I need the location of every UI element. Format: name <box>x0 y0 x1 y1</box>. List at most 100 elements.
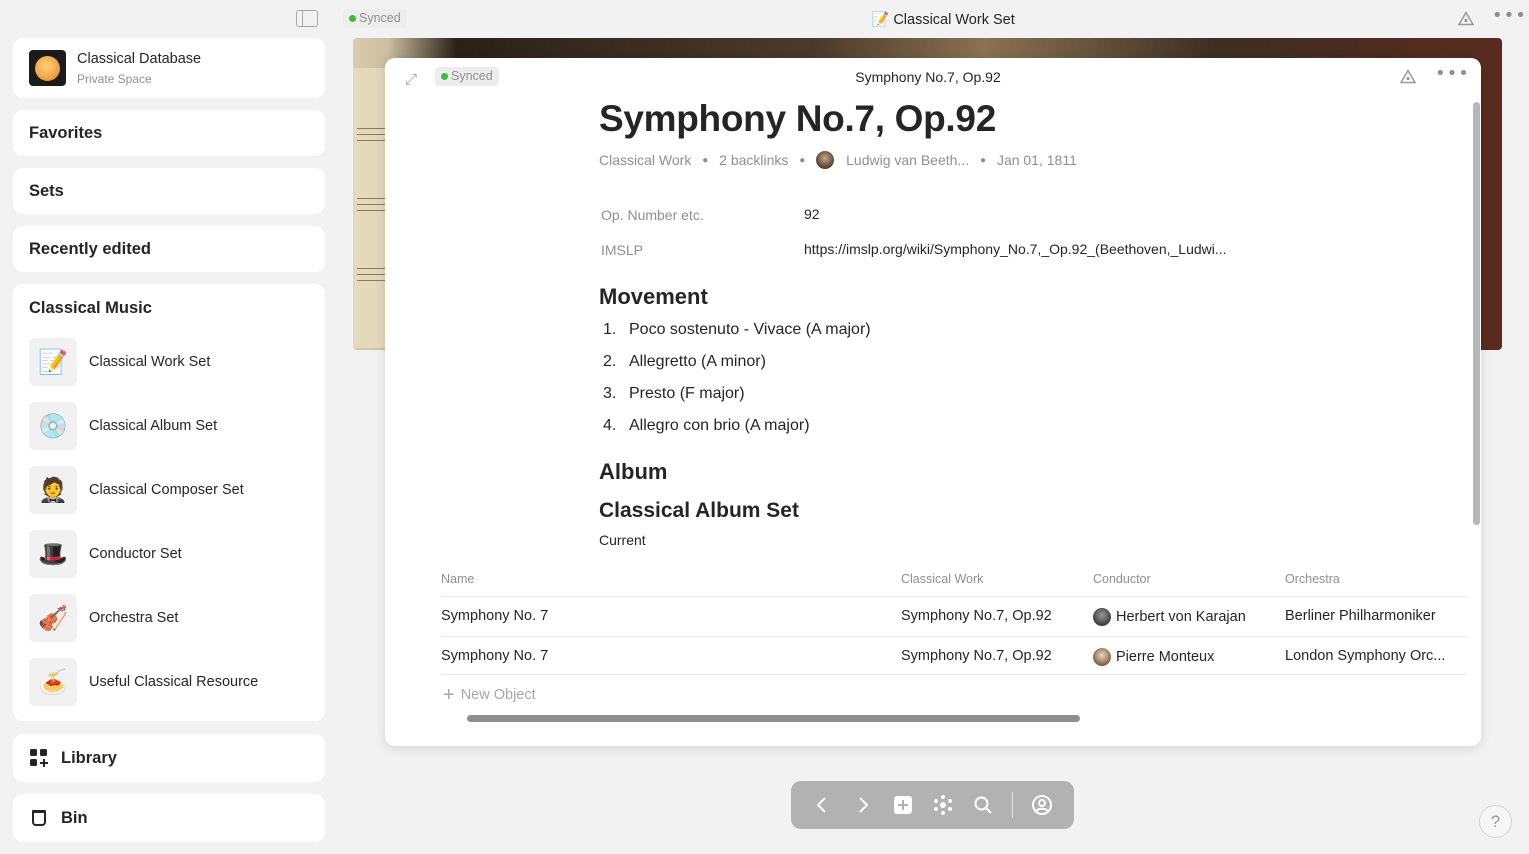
sidebar-toggle-icon[interactable] <box>296 10 318 27</box>
sidebar-item-label: Orchestra Set <box>89 610 179 626</box>
album-heading[interactable]: Album <box>599 459 667 485</box>
table-cell-name[interactable]: Symphony No. 7 <box>441 608 548 624</box>
meta-separator: ● <box>702 154 709 166</box>
relation-value-imslp[interactable]: https://imslp.org/wiki/Symphony_No.7,_Op… <box>804 241 1227 257</box>
new-object-button[interactable]: + New Object <box>443 684 536 707</box>
list-number: 4. <box>603 417 617 434</box>
horizontal-scrollbar[interactable] <box>467 715 1080 722</box>
space-name: Classical Database <box>77 51 202 67</box>
add-icon[interactable] <box>891 793 915 817</box>
library-label: Library <box>61 749 117 767</box>
memo-icon: 📝 <box>29 338 77 386</box>
list-item[interactable]: Poco sostenuto - Vivace (A major) <box>629 321 871 339</box>
sidebar-item-orchestra-set[interactable]: 🎻 Orchestra Set <box>29 594 313 642</box>
object-date: Jan 01, 1811 <box>996 152 1077 169</box>
sidebar-item-label: Classical Composer Set <box>89 482 244 498</box>
view-tab-current[interactable]: Current <box>599 532 646 548</box>
table-cell-work[interactable]: Symphony No.7, Op.92 <box>901 608 1052 624</box>
list-number: 3. <box>603 385 617 402</box>
graph-icon[interactable] <box>1458 11 1474 26</box>
sync-dot-icon <box>441 73 448 80</box>
object-type[interactable]: Classical Work <box>599 152 691 168</box>
section-title: Sets <box>29 182 64 200</box>
relation-value-op-number[interactable]: 92 <box>804 206 820 222</box>
expand-icon[interactable]: ⤢ <box>405 70 417 88</box>
section-title: Recently edited <box>29 240 151 258</box>
table-cell-orchestra[interactable]: London Symphony Orc... <box>1285 648 1445 664</box>
bin-label: Bin <box>61 809 88 827</box>
table-cell-conductor[interactable]: Herbert von Karajan <box>1093 608 1246 626</box>
sidebar-item-classical-composer-set[interactable]: 🤵 Classical Composer Set <box>29 466 313 514</box>
sidebar-widget-classical-music: Classical Music 📝 Classical Work Set 💿 C… <box>13 284 325 721</box>
table-cell-orchestra[interactable]: Berliner Philharmoniker <box>1285 608 1436 624</box>
list-item[interactable]: Presto (F major) <box>629 385 745 403</box>
conductor-name: Herbert von Karajan <box>1116 608 1246 625</box>
library-icon <box>30 749 48 767</box>
sidebar-item-label: Conductor Set <box>89 546 182 562</box>
list-item[interactable]: Allegretto (A minor) <box>629 353 766 371</box>
top-hat-icon: 🎩 <box>29 530 77 578</box>
navigation-bar <box>791 781 1074 829</box>
object-meta: Classical Work ● 2 backlinks ● Ludwig va… <box>599 151 1077 170</box>
movement-heading[interactable]: Movement <box>599 284 708 310</box>
list-number: 2. <box>603 353 617 370</box>
creator-name[interactable]: Ludwig van Beeth... <box>846 152 969 168</box>
forward-icon[interactable] <box>851 793 875 817</box>
widget-title[interactable]: Classical Music <box>29 299 152 318</box>
panel-sync-status-badge[interactable]: Synced <box>435 67 499 86</box>
page-title: 📝 Classical Work Set <box>871 12 1015 28</box>
person-tuxedo-icon: 🤵 <box>29 466 77 514</box>
sidebar-section-favorites[interactable]: Favorites <box>13 110 325 156</box>
bin-icon <box>32 810 46 826</box>
inline-set-title[interactable]: Classical Album Set <box>599 499 799 523</box>
graph-icon[interactable] <box>1400 69 1416 84</box>
table-divider <box>441 596 1466 597</box>
column-header-classical-work[interactable]: Classical Work <box>901 572 983 586</box>
more-icon[interactable]: ••• <box>1435 63 1470 84</box>
column-header-conductor[interactable]: Conductor <box>1093 572 1151 586</box>
object-panel: ⤢ Synced Symphony No.7, Op.92 ••• Sympho… <box>385 58 1481 746</box>
conductor-avatar <box>1093 608 1111 626</box>
sidebar-item-useful-classical-resource[interactable]: 🍝 Useful Classical Resource <box>29 658 313 706</box>
search-icon[interactable] <box>971 793 995 817</box>
table-cell-conductor[interactable]: Pierre Monteux <box>1093 648 1214 666</box>
sidebar-item-label: Classical Work Set <box>89 354 211 370</box>
list-number: 1. <box>603 321 617 338</box>
column-header-orchestra[interactable]: Orchestra <box>1285 572 1340 586</box>
sidebar-item-conductor-set[interactable]: 🎩 Conductor Set <box>29 530 313 578</box>
table-cell-work[interactable]: Symphony No.7, Op.92 <box>901 648 1052 664</box>
column-header-name[interactable]: Name <box>441 572 474 586</box>
sidebar: Classical Database Private Space Favorit… <box>0 0 337 854</box>
creator-avatar <box>816 151 835 170</box>
sidebar-bin-button[interactable]: Bin <box>13 794 325 842</box>
back-icon[interactable] <box>810 793 834 817</box>
sync-status-label: Synced <box>359 11 401 25</box>
sidebar-item-classical-work-set[interactable]: 📝 Classical Work Set <box>29 338 313 386</box>
panel-header-title: Symphony No.7, Op.92 <box>855 69 1001 85</box>
object-title[interactable]: Symphony No.7, Op.92 <box>599 98 996 140</box>
table-divider <box>441 674 1466 675</box>
sync-status-badge[interactable]: Synced <box>343 9 407 28</box>
violin-icon: 🎻 <box>29 594 77 642</box>
backlinks[interactable]: 2 backlinks <box>719 152 788 168</box>
vertical-scrollbar[interactable] <box>1473 102 1480 525</box>
table-divider <box>441 636 1466 637</box>
meta-separator: ● <box>799 154 806 166</box>
more-icon[interactable]: ••• <box>1492 5 1527 26</box>
space-switcher[interactable]: Classical Database Private Space <box>13 38 325 98</box>
profile-icon[interactable] <box>1030 793 1054 817</box>
sidebar-library-button[interactable]: Library <box>13 734 325 782</box>
sidebar-item-classical-album-set[interactable]: 💿 Classical Album Set <box>29 402 313 450</box>
help-button[interactable]: ? <box>1479 805 1512 838</box>
space-subtitle: Private Space <box>77 72 152 86</box>
sidebar-section-sets[interactable]: Sets <box>13 168 325 214</box>
list-item[interactable]: Allegro con brio (A major) <box>629 417 810 435</box>
conductor-avatar <box>1093 648 1111 666</box>
relation-key-imslp[interactable]: IMSLP <box>601 242 643 258</box>
nav-divider <box>1012 792 1013 818</box>
conductor-name: Pierre Monteux <box>1116 648 1215 665</box>
table-cell-name[interactable]: Symphony No. 7 <box>441 648 548 664</box>
relation-key-op-number[interactable]: Op. Number etc. <box>601 207 704 223</box>
graph-view-icon[interactable] <box>931 793 955 817</box>
sidebar-section-recently-edited[interactable]: Recently edited <box>13 226 325 272</box>
